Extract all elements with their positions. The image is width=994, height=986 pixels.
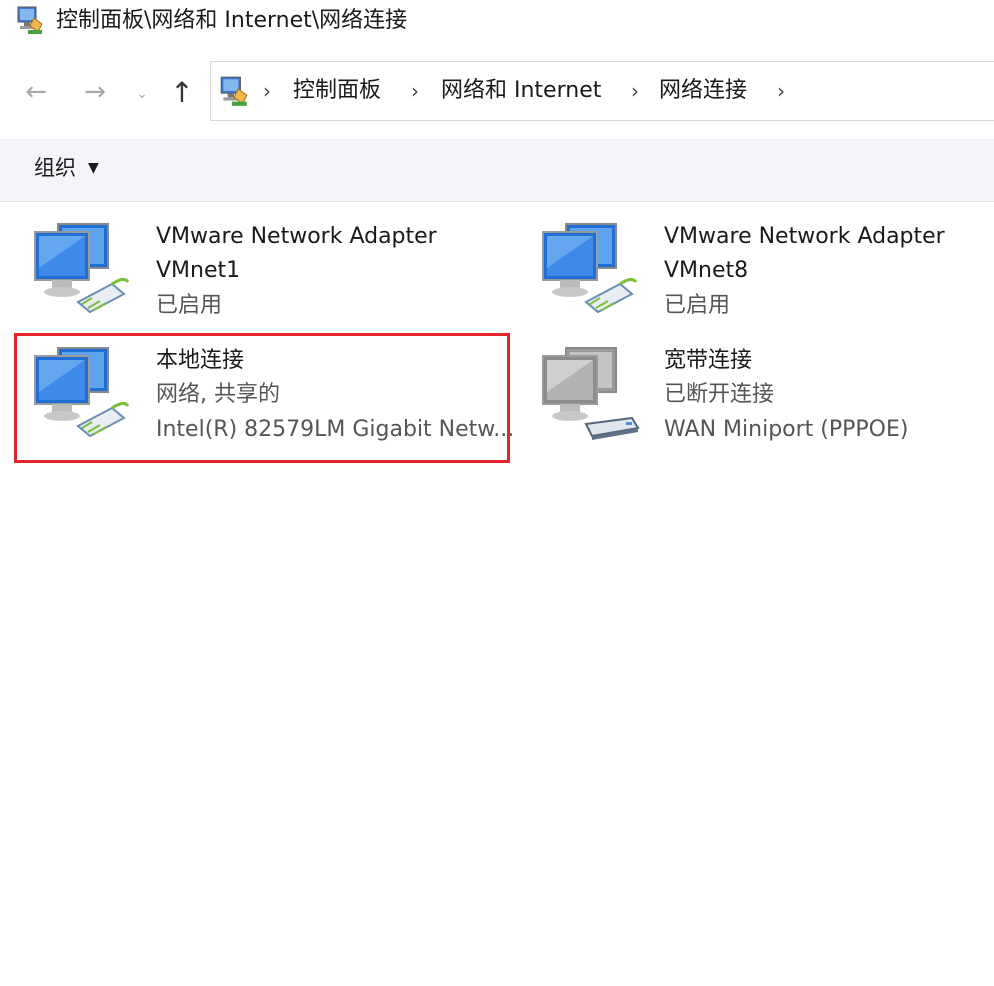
network-connections-icon	[17, 6, 43, 34]
network-connections-icon	[220, 76, 248, 106]
command-bar: 组织 ▼	[0, 139, 994, 202]
connection-item-vmnet8[interactable]: VMware Network Adapter VMnet8 已启用	[540, 222, 994, 342]
address-bar[interactable]: › 控制面板 › 网络和 Internet › 网络连接 ›	[210, 61, 994, 121]
network-connections-window: 控制面板\网络和 Internet\网络连接 ← → ⌄ ↑ › 控制面板 › …	[0, 0, 994, 986]
breadcrumb-separator[interactable]: ›	[631, 76, 639, 106]
connection-status: 已启用	[156, 293, 223, 318]
recent-locations-button[interactable]: ⌄	[130, 76, 154, 112]
connection-name: 宽带连接	[664, 348, 753, 373]
connection-status: 已断开连接	[664, 382, 775, 407]
up-button[interactable]: ↑	[164, 74, 200, 110]
arrow-up-icon: ↑	[170, 75, 194, 109]
connection-item-broadband[interactable]: 宽带连接 已断开连接 WAN Miniport (PPPOE)	[540, 346, 994, 466]
arrow-right-icon: →	[84, 77, 106, 107]
organize-label: 组织	[34, 156, 76, 180]
network-adapter-icon	[542, 223, 638, 314]
breadcrumb-separator[interactable]: ›	[263, 76, 271, 106]
navigation-bar: ← → ⌄ ↑ › 控制面板 › 网络和 Internet › 网络连接 ›	[0, 44, 994, 139]
connection-status: 已启用	[664, 293, 731, 318]
connection-name: VMware Network Adapter	[664, 224, 945, 249]
breadcrumb-separator[interactable]: ›	[777, 76, 785, 106]
connection-device: VMnet1	[156, 258, 241, 283]
connection-status: 网络, 共享的	[156, 382, 280, 407]
connection-name: VMware Network Adapter	[156, 224, 437, 249]
broadband-modem-icon	[542, 347, 640, 440]
connection-item-local[interactable]: 本地连接 网络, 共享的 Intel(R) 82579LM Gigabit Ne…	[32, 346, 515, 466]
connection-device: VMnet8	[664, 258, 749, 283]
breadcrumb-item-control-panel[interactable]: 控制面板	[293, 76, 381, 106]
breadcrumb-item-network-connections[interactable]: 网络连接	[659, 76, 747, 106]
connection-item-vmnet1[interactable]: VMware Network Adapter VMnet1 已启用	[32, 222, 512, 342]
organize-menu-button[interactable]: 组织 ▼	[34, 153, 99, 183]
connection-device: WAN Miniport (PPPOE)	[664, 417, 909, 442]
window-title: 控制面板\网络和 Internet\网络连接	[56, 8, 408, 33]
breadcrumb-separator[interactable]: ›	[411, 76, 419, 106]
breadcrumb-item-network-internet[interactable]: 网络和 Internet	[441, 76, 601, 106]
network-adapter-icon	[34, 223, 130, 314]
network-adapter-icon	[34, 347, 130, 438]
chevron-down-icon: ⌄	[136, 86, 148, 102]
connection-device: Intel(R) 82579LM Gigabit Netw...	[156, 417, 515, 442]
arrow-left-icon: ←	[25, 77, 47, 107]
forward-button[interactable]: →	[77, 74, 113, 110]
caret-down-icon: ▼	[88, 160, 99, 176]
back-button[interactable]: ←	[18, 74, 54, 110]
connection-name: 本地连接	[156, 348, 245, 373]
title-bar: 控制面板\网络和 Internet\网络连接	[0, 0, 994, 44]
